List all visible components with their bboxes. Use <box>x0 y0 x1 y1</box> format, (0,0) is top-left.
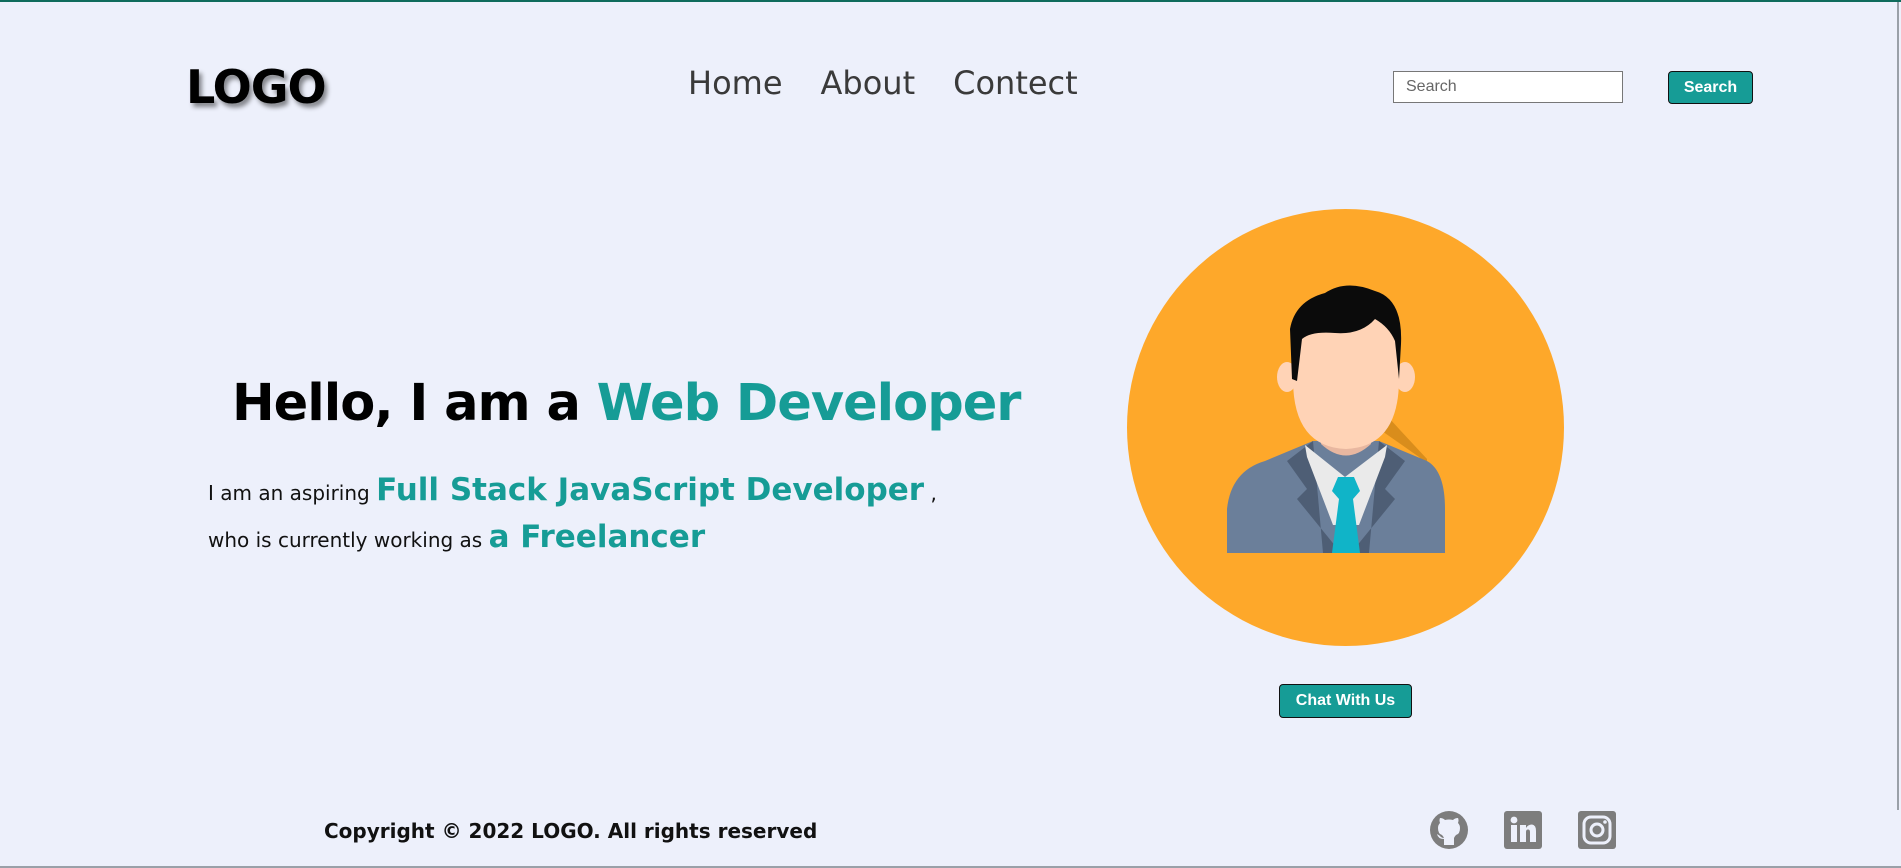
chat-with-us-button[interactable]: Chat With Us <box>1279 684 1412 718</box>
github-icon[interactable] <box>1429 810 1469 850</box>
intro-line-1-prefix: I am an aspiring <box>208 481 377 505</box>
linkedin-icon[interactable] <box>1503 810 1543 850</box>
intro-line-2-prefix: who is currently working as <box>208 528 489 552</box>
intro-line-1: I am an aspiring Full Stack JavaScript D… <box>208 472 937 508</box>
logo[interactable]: LOGO <box>186 60 327 114</box>
intro-line-2: who is currently working as a Freelancer <box>208 519 705 555</box>
copyright-text: Copyright © 2022 LOGO. All rights reserv… <box>324 819 818 843</box>
hero-title-accent: Web Developer <box>596 374 1022 433</box>
avatar-illustration <box>1127 209 1564 646</box>
intro-line-1-accent: Full Stack JavaScript Developer <box>376 472 925 508</box>
page-scroll-edge <box>1897 2 1899 810</box>
search-button[interactable]: Search <box>1668 71 1753 104</box>
search-input[interactable] <box>1393 71 1623 103</box>
intro-line-1-suffix: , <box>924 481 937 505</box>
nav-contect-link[interactable]: Contect <box>953 64 1078 102</box>
nav-home-link[interactable]: Home <box>688 64 783 102</box>
nav-about-link[interactable]: About <box>821 64 916 102</box>
instagram-icon[interactable] <box>1577 810 1617 850</box>
hero-title-prefix: Hello, I am a <box>232 374 597 433</box>
main-nav: Home About Contect <box>688 64 1078 102</box>
hero-title: Hello, I am a Web Developer <box>232 374 1022 433</box>
intro-line-2-accent: a Freelancer <box>488 519 706 555</box>
